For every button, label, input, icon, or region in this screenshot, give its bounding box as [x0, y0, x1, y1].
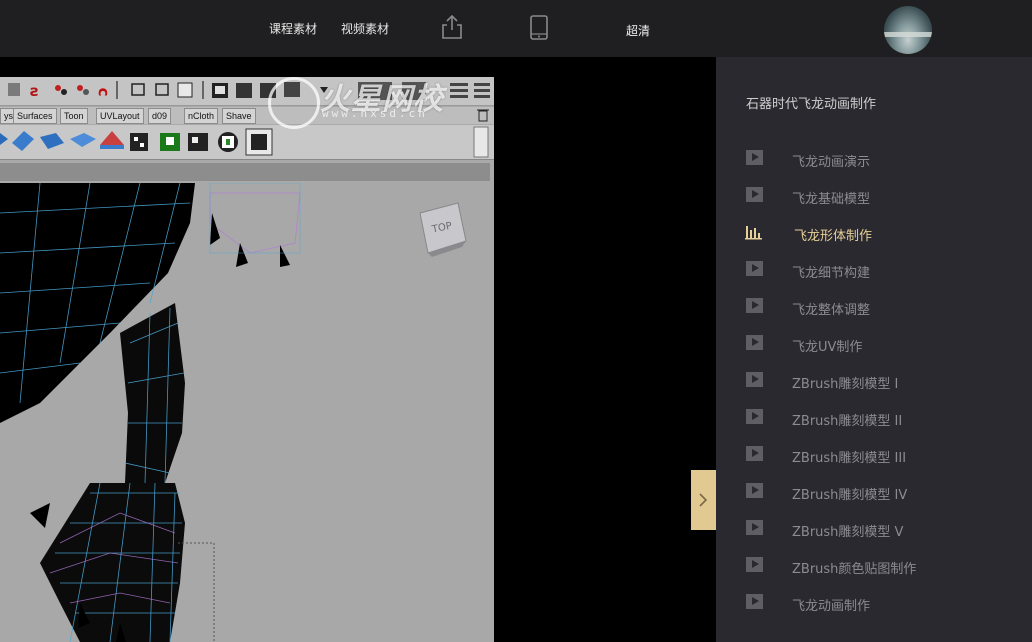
play-icon [746, 520, 763, 535]
playlist-item-label: 飞龙基础模型 [792, 192, 871, 207]
course-materials-link[interactable]: 课程素材 [269, 20, 317, 37]
play-icon [746, 298, 763, 313]
playlist-item[interactable]: 飞龙整体调整 [716, 286, 1032, 323]
trash-icon [477, 109, 489, 122]
playlist-item-label: ZBrush雕刻模型 IV [792, 488, 908, 503]
playlist-item[interactable]: ZBrush雕刻模型 IV [716, 471, 1032, 508]
maya-tab: Shave [222, 108, 256, 124]
chevron-right-icon [699, 493, 708, 507]
maya-panel-menu [0, 163, 490, 181]
maya-viewport: TOP [0, 183, 490, 642]
playlist-item-label: ZBrush雕刻模型 V [792, 525, 904, 540]
playlist-item-label: 飞龙整体调整 [792, 303, 871, 318]
playlist-item-label: ZBrush雕刻模型 I [792, 377, 899, 392]
maya-shelf-icons [0, 126, 489, 158]
play-icon [746, 150, 763, 165]
playlist-item-label: 飞龙UV制作 [792, 340, 863, 355]
top-bar: 课程素材 视频素材 超清 [0, 0, 1032, 57]
play-icon [746, 187, 763, 202]
play-icon [746, 594, 763, 609]
playlist-item-label: 飞龙动画演示 [792, 155, 871, 170]
now-playing-icon [745, 226, 762, 240]
playlist-panel: 石器时代飞龙动画制作 飞龙动画演示 飞龙基础模型 飞龙形体制作 飞龙细节构建 飞龙整体调… [716, 57, 1032, 642]
playlist-item[interactable]: 飞龙动画制作 [716, 582, 1032, 619]
quality-selector[interactable]: 超清 [626, 22, 650, 39]
watermark-logo [268, 77, 320, 129]
maya-tab: Surfaces [13, 108, 57, 124]
share-icon[interactable] [440, 14, 464, 40]
playlist-item[interactable]: 飞龙形体制作 [716, 212, 1032, 249]
play-icon [746, 557, 763, 572]
maya-tab: Toon [60, 108, 88, 124]
dragon-wireframe: TOP [0, 183, 467, 642]
playlist-item[interactable]: 飞龙UV制作 [716, 323, 1032, 360]
maya-tab: UVLayout [96, 108, 144, 124]
view-cube: TOP [419, 202, 467, 257]
playlist-item[interactable]: ZBrush雕刻模型 II [716, 397, 1032, 434]
playlist-item-label: 飞龙形体制作 [794, 229, 873, 244]
playlist-item[interactable]: 飞龙动画演示 [716, 138, 1032, 175]
play-icon [746, 446, 763, 461]
playlist-item-label: 飞龙动画制作 [792, 599, 871, 614]
playlist-item-label: ZBrush雕刻模型 III [792, 451, 907, 466]
maya-tab: nCloth [184, 108, 219, 124]
playlist-item[interactable]: ZBrush颜色贴图制作 [716, 545, 1032, 582]
playlist-toggle-button[interactable] [691, 470, 716, 530]
playlist-item[interactable]: ZBrush雕刻模型 I [716, 360, 1032, 397]
video-player[interactable]: ƨ ᴒ ys Surfaces Toon UVLayout d09 nCloth… [0, 57, 716, 642]
play-icon [746, 372, 763, 387]
play-icon [746, 261, 763, 276]
playlist-item-label: 飞龙细节构建 [792, 266, 871, 281]
play-icon [746, 409, 763, 424]
video-materials-link[interactable]: 视频素材 [341, 20, 389, 37]
phone-icon[interactable] [529, 15, 549, 41]
watermark-url: www.hxsd.cn [322, 107, 428, 120]
playlist-item-label: ZBrush颜色贴图制作 [792, 562, 917, 577]
maya-shelf [0, 125, 494, 160]
maya-tab: d09 [148, 108, 172, 124]
playlist-item[interactable]: ZBrush雕刻模型 III [716, 434, 1032, 471]
playlist-item[interactable]: 飞龙基础模型 [716, 175, 1032, 212]
playlist-item-label: ZBrush雕刻模型 II [792, 414, 903, 429]
maya-screen: ƨ ᴒ ys Surfaces Toon UVLayout d09 nCloth… [0, 77, 494, 642]
svg-text:ᴒ: ᴒ [98, 82, 108, 100]
svg-text:ƨ: ƨ [30, 82, 39, 100]
course-title: 石器时代飞龙动画制作 [746, 97, 877, 112]
play-icon [746, 335, 763, 350]
playlist-item[interactable]: ZBrush雕刻模型 V [716, 508, 1032, 545]
play-icon [746, 483, 763, 498]
playlist-item[interactable]: 飞龙细节构建 [716, 249, 1032, 286]
user-avatar[interactable] [884, 6, 932, 54]
